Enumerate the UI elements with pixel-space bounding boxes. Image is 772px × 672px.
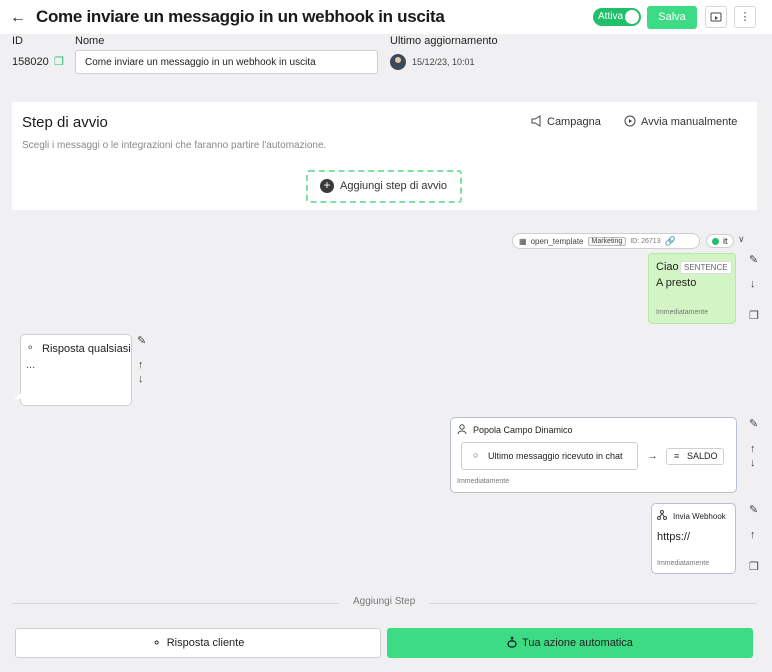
test-run-icon: [710, 12, 722, 22]
link-icon[interactable]: 🔗: [665, 236, 676, 247]
edit-icon[interactable]: ✎: [749, 503, 758, 516]
active-toggle[interactable]: Attiva: [593, 8, 641, 26]
arrow-down-icon[interactable]: ↓: [750, 457, 756, 469]
start-step-title: Step di avvio: [22, 114, 108, 131]
avatar: [390, 54, 406, 70]
copy-icon[interactable]: ❐: [54, 55, 64, 68]
status-dot: [712, 238, 719, 245]
auto-action-label: Tua azione automatica: [522, 637, 633, 649]
arrow-down-icon[interactable]: ↓: [138, 373, 144, 385]
add-start-step-button[interactable]: + Aggiungi step di avvio: [306, 170, 462, 203]
toggle-label: Attiva: [598, 11, 624, 22]
populate-field-title: Popola Campo Dinamico: [473, 425, 573, 435]
megaphone-svg: [531, 115, 541, 127]
bubble-tail: [14, 393, 21, 399]
customer-response-label: Risposta cliente: [166, 637, 245, 649]
template-tag: Marketing: [587, 236, 627, 246]
start-step-subtitle: Scegli i messaggi o le integrazioni che …: [22, 140, 327, 151]
arrow-down-icon[interactable]: ↓: [750, 278, 756, 290]
chevron-down-icon[interactable]: ∨: [738, 234, 745, 245]
customer-response-button[interactable]: ⚬ Risposta cliente: [15, 628, 381, 658]
sentence-tag: SENTENCE: [680, 261, 732, 274]
response-label: Risposta qualsiasi: [42, 343, 131, 355]
arrow-up-icon[interactable]: ↑: [138, 359, 144, 371]
copy-icon[interactable]: ❐: [749, 560, 759, 573]
id-label: ID: [12, 35, 23, 47]
source-field-label: Ultimo messaggio ricevuto in chat: [488, 451, 623, 461]
more-options-button[interactable]: ⋮: [734, 6, 756, 28]
add-step-label: Aggiungi Step: [353, 596, 416, 607]
edit-icon[interactable]: ✎: [137, 334, 146, 347]
template-pill[interactable]: ▦ open_template Marketing ID: 26713 🔗: [512, 233, 700, 249]
language-pill[interactable]: it: [706, 234, 734, 248]
auto-action-button[interactable]: Tua azione automatica: [387, 628, 753, 658]
webhook-title: Invia Webhook: [673, 512, 726, 521]
manual-start-link[interactable]: Avvia manualmente: [641, 116, 737, 128]
updated-label: Ultimo aggiornamento: [390, 35, 498, 47]
circle-icon: ○: [473, 450, 479, 460]
target-field-label: SALDO: [687, 451, 718, 461]
webhook-icon: [657, 510, 667, 522]
response-dots: ...: [26, 359, 36, 371]
kebab-menu-icon: ⋮: [739, 11, 751, 23]
arrow-up-icon[interactable]: ↑: [750, 529, 756, 541]
user-icon: [457, 424, 467, 437]
id-value: 158020: [12, 56, 49, 68]
populate-timing: Immediatamente: [457, 478, 510, 485]
robot-svg: [507, 636, 517, 648]
robot-icon: [507, 636, 517, 651]
plus-circle-icon: +: [320, 179, 334, 193]
user-svg: [457, 424, 467, 435]
lines-icon: ≡: [674, 451, 680, 461]
name-label: Nome: [75, 35, 105, 47]
divider-right: [429, 603, 757, 604]
arrow-up-icon[interactable]: ↑: [750, 443, 756, 455]
webhook-timing: Immediatamente: [657, 560, 710, 567]
play-circle-icon[interactable]: [624, 115, 636, 130]
message-line-2: A presto: [656, 277, 697, 289]
megaphone-icon[interactable]: [531, 115, 543, 130]
chat-bubble-icon: ⚬: [26, 343, 35, 354]
campaign-link[interactable]: Campagna: [547, 116, 601, 128]
updated-value: 15/12/23, 10:01: [412, 57, 475, 67]
template-id: ID: 26713: [630, 237, 661, 245]
webhook-url: https://: [657, 531, 691, 543]
test-button[interactable]: [705, 6, 727, 28]
language-code: it: [723, 236, 728, 246]
divider-left: [12, 603, 339, 604]
toggle-knob: [625, 10, 639, 24]
template-name: open_template: [530, 236, 584, 246]
edit-icon[interactable]: ✎: [749, 417, 758, 430]
play-circle-svg: [624, 115, 636, 127]
message-timing: Immediatamente: [656, 309, 709, 316]
save-button[interactable]: Salva: [647, 6, 697, 29]
arrow-right-icon: →: [647, 450, 658, 462]
template-icon: ▦: [519, 236, 527, 246]
name-input[interactable]: [75, 50, 378, 74]
webhook-svg: [657, 510, 667, 520]
chat-bubble-icon: ⚬: [151, 636, 162, 650]
edit-icon[interactable]: ✎: [749, 253, 758, 266]
copy-icon[interactable]: ❐: [749, 309, 759, 322]
add-start-step-label: Aggiungi step di avvio: [340, 180, 448, 192]
page-title: Come inviare un messaggio in un webhook …: [36, 7, 445, 26]
message-line-1: Ciao: [656, 261, 679, 273]
back-arrow-icon[interactable]: ←: [10, 9, 26, 27]
